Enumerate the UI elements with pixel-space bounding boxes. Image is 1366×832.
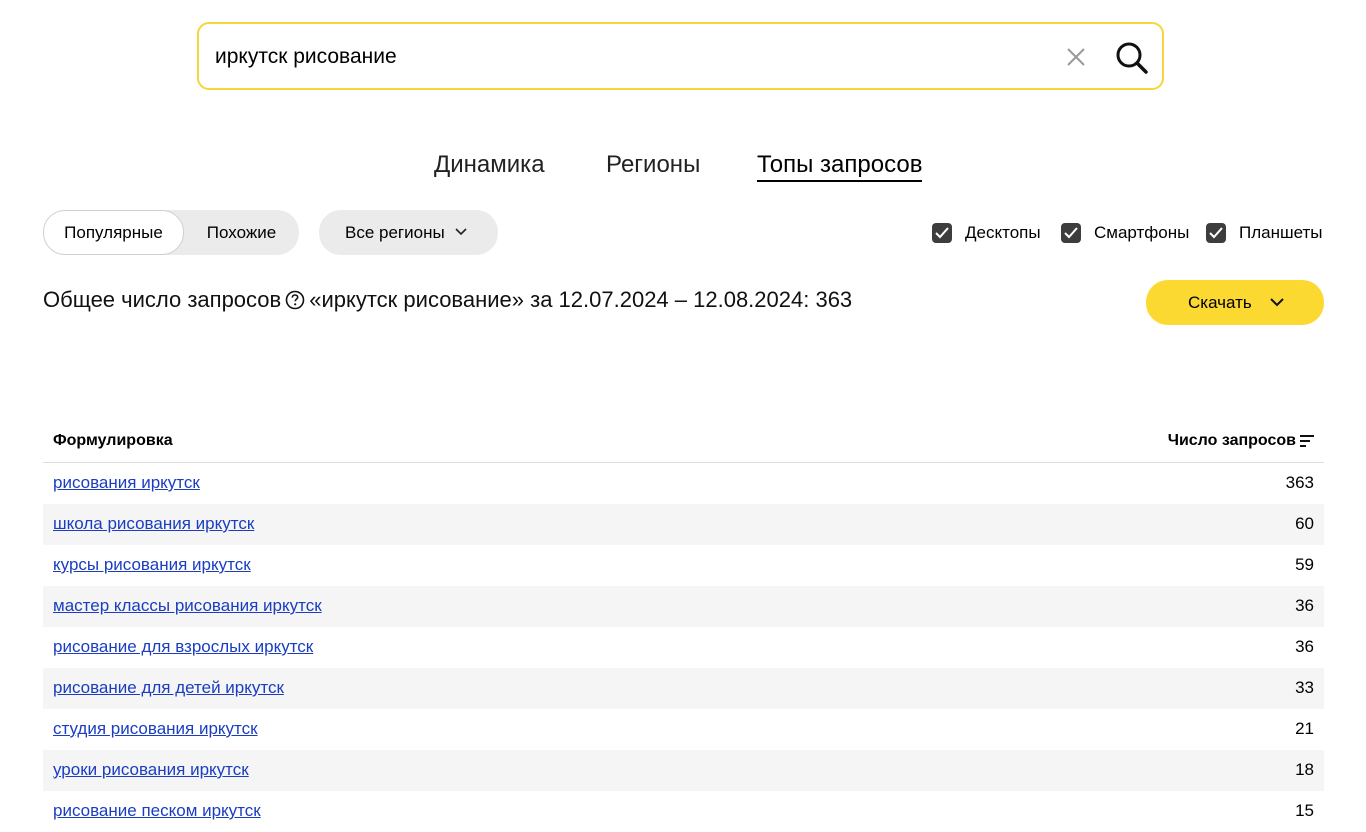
checkbox-checked-icon <box>1061 223 1081 243</box>
table-row: студия рисования иркутск 21 <box>43 709 1324 750</box>
total-queries-summary: Общее число запросов «иркутск рисование»… <box>43 285 852 315</box>
region-dropdown-label: Все регионы <box>345 223 445 242</box>
table-row: мастер классы рисования иркутск 36 <box>43 586 1324 627</box>
checkbox-checked-icon <box>932 223 952 243</box>
query-count: 33 <box>1295 678 1314 697</box>
chevron-down-icon <box>455 228 467 236</box>
checkbox-label: Десктопы <box>965 223 1041 242</box>
checkbox-tablets[interactable]: Планшеты <box>1206 222 1326 244</box>
query-link[interactable]: студия рисования иркутск <box>53 719 258 739</box>
column-header-count[interactable]: Число запросов <box>1168 432 1296 450</box>
checkbox-label: Смартфоны <box>1094 223 1190 242</box>
table-row: рисование для взрослых иркутск 36 <box>43 627 1324 668</box>
table-row: рисование песком иркутск 15 <box>43 791 1324 832</box>
queries-table: Формулировка Число запросов рисования ир… <box>43 420 1324 832</box>
query-link[interactable]: рисование для детей иркутск <box>53 678 284 698</box>
query-link[interactable]: уроки рисования иркутск <box>53 760 249 780</box>
sort-icon[interactable] <box>1300 434 1314 448</box>
tab-top-queries[interactable]: Топы запросов <box>757 150 923 182</box>
chevron-down-icon <box>1270 298 1284 307</box>
column-header-phrase: Формулировка <box>53 432 173 449</box>
checkbox-checked-icon <box>1206 223 1226 243</box>
popular-button[interactable]: Популярные <box>43 210 184 255</box>
similar-button[interactable]: Похожие <box>184 210 299 255</box>
query-count: 18 <box>1295 760 1314 779</box>
query-link[interactable]: курсы рисования иркутск <box>53 555 251 575</box>
checkbox-desktops[interactable]: Десктопы <box>932 222 1048 244</box>
summary-prefix: Общее число запросов <box>43 287 282 312</box>
table-body: рисования иркутск 363 школа рисования ир… <box>43 463 1324 832</box>
tab-dynamics[interactable]: Динамика <box>434 150 545 180</box>
query-count: 36 <box>1295 637 1314 656</box>
search-icon[interactable] <box>1115 41 1149 75</box>
query-count: 15 <box>1295 801 1314 820</box>
checkbox-smartphones[interactable]: Смартфоны <box>1061 222 1193 244</box>
search-input[interactable] <box>215 38 1035 76</box>
tabs-bar: Динамика Регионы Топы запросов <box>0 150 1366 186</box>
close-icon[interactable] <box>1065 46 1087 68</box>
summary-text: «иркутск рисование» за 12.07.2024 – 12.0… <box>309 287 853 312</box>
search-box <box>197 22 1164 90</box>
query-link[interactable]: рисование для взрослых иркутск <box>53 637 313 657</box>
region-dropdown[interactable]: Все регионы <box>319 210 498 255</box>
query-count: 21 <box>1295 719 1314 738</box>
help-icon[interactable] <box>285 290 305 310</box>
table-row: уроки рисования иркутск 18 <box>43 750 1324 791</box>
table-row: рисование для детей иркутск 33 <box>43 668 1324 709</box>
query-link[interactable]: рисование песком иркутск <box>53 801 261 821</box>
query-link[interactable]: мастер классы рисования иркутск <box>53 596 322 616</box>
tab-regions[interactable]: Регионы <box>606 150 700 180</box>
table-row: школа рисования иркутск 60 <box>43 504 1324 545</box>
popular-similar-switch: Популярные Похожие <box>43 210 299 255</box>
query-count: 363 <box>1285 473 1314 492</box>
table-row: курсы рисования иркутск 59 <box>43 545 1324 586</box>
table-header: Формулировка Число запросов <box>43 420 1324 463</box>
download-button[interactable]: Скачать <box>1146 280 1324 325</box>
query-link[interactable]: рисования иркутск <box>53 473 200 493</box>
download-button-label: Скачать <box>1188 293 1252 312</box>
query-count: 59 <box>1295 555 1314 574</box>
query-count: 60 <box>1295 514 1314 533</box>
query-count: 36 <box>1295 596 1314 615</box>
table-row: рисования иркутск 363 <box>43 463 1324 504</box>
query-link[interactable]: школа рисования иркутск <box>53 514 254 534</box>
checkbox-label: Планшеты <box>1239 223 1323 242</box>
